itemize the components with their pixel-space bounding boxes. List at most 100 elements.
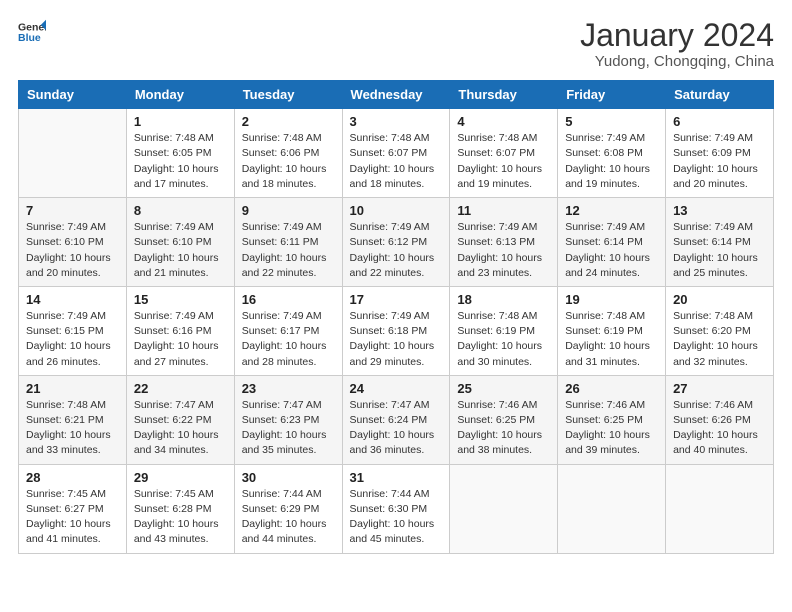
day-number: 27 (673, 381, 766, 396)
day-info: Sunrise: 7:49 AMSunset: 6:13 PMDaylight:… (457, 220, 550, 281)
table-cell: 17 Sunrise: 7:49 AMSunset: 6:18 PMDayligh… (342, 286, 450, 375)
day-number: 30 (242, 470, 335, 485)
col-monday: Monday (126, 81, 234, 109)
col-tuesday: Tuesday (234, 81, 342, 109)
table-cell: 8 Sunrise: 7:49 AMSunset: 6:10 PMDaylight… (126, 198, 234, 287)
table-cell: 1Sunrise: 7:48 AMSunset: 6:05 PMDaylight… (126, 109, 234, 198)
day-info: Sunrise: 7:47 AMSunset: 6:24 PMDaylight:… (350, 398, 443, 459)
table-cell: 31Sunrise: 7:44 AMSunset: 6:30 PMDayligh… (342, 464, 450, 553)
day-number: 9 (242, 203, 335, 218)
day-number: 8 (134, 203, 227, 218)
day-number: 4 (457, 114, 550, 129)
day-number: 20 (673, 292, 766, 307)
table-cell: 16 Sunrise: 7:49 AMSunset: 6:17 PMDayligh… (234, 286, 342, 375)
day-number: 5 (565, 114, 658, 129)
day-info: Sunrise: 7:45 AMSunset: 6:27 PMDaylight:… (26, 487, 119, 548)
table-cell: 27 Sunrise: 7:46 AMSunset: 6:26 PMDayligh… (666, 375, 774, 464)
table-cell: 19Sunrise: 7:48 AMSunset: 6:19 PMDayligh… (558, 286, 666, 375)
day-number: 25 (457, 381, 550, 396)
day-info: Sunrise: 7:49 AMSunset: 6:18 PMDaylight:… (350, 309, 443, 370)
day-number: 14 (26, 292, 119, 307)
table-cell: 25 Sunrise: 7:46 AMSunset: 6:25 PMDayligh… (450, 375, 558, 464)
day-info: Sunrise: 7:48 AMSunset: 6:07 PMDaylight:… (350, 131, 443, 192)
title-block: January 2024 Yudong, Chongqing, China (580, 18, 774, 70)
week-row-2: 14Sunrise: 7:49 AMSunset: 6:15 PMDayligh… (19, 286, 774, 375)
header-row: Sunday Monday Tuesday Wednesday Thursday… (19, 81, 774, 109)
day-number: 29 (134, 470, 227, 485)
day-number: 16 (242, 292, 335, 307)
day-info: Sunrise: 7:46 AMSunset: 6:25 PMDaylight:… (457, 398, 550, 459)
table-cell: 21Sunrise: 7:48 AMSunset: 6:21 PMDayligh… (19, 375, 127, 464)
week-row-1: 7 Sunrise: 7:49 AMSunset: 6:10 PMDaylight… (19, 198, 774, 287)
day-info: Sunrise: 7:46 AMSunset: 6:25 PMDaylight:… (565, 398, 658, 459)
col-saturday: Saturday (666, 81, 774, 109)
table-cell: 30 Sunrise: 7:44 AMSunset: 6:29 PMDayligh… (234, 464, 342, 553)
day-number: 10 (350, 203, 443, 218)
day-number: 2 (242, 114, 335, 129)
table-cell (19, 109, 127, 198)
day-number: 28 (26, 470, 119, 485)
day-number: 17 (350, 292, 443, 307)
table-cell: 13Sunrise: 7:49 AMSunset: 6:14 PMDayligh… (666, 198, 774, 287)
month-title: January 2024 (580, 18, 774, 53)
day-info: Sunrise: 7:46 AMSunset: 6:26 PMDaylight:… (673, 398, 766, 459)
day-info: Sunrise: 7:49 AMSunset: 6:09 PMDaylight:… (673, 131, 766, 192)
table-cell (450, 464, 558, 553)
col-friday: Friday (558, 81, 666, 109)
table-cell: 4 Sunrise: 7:48 AMSunset: 6:07 PMDaylight… (450, 109, 558, 198)
table-cell: 12Sunrise: 7:49 AMSunset: 6:14 PMDayligh… (558, 198, 666, 287)
day-number: 3 (350, 114, 443, 129)
table-cell: 24Sunrise: 7:47 AMSunset: 6:24 PMDayligh… (342, 375, 450, 464)
col-wednesday: Wednesday (342, 81, 450, 109)
table-cell: 7 Sunrise: 7:49 AMSunset: 6:10 PMDaylight… (19, 198, 127, 287)
day-info: Sunrise: 7:49 AMSunset: 6:10 PMDaylight:… (26, 220, 119, 281)
day-info: Sunrise: 7:44 AMSunset: 6:30 PMDaylight:… (350, 487, 443, 548)
day-info: Sunrise: 7:45 AMSunset: 6:28 PMDaylight:… (134, 487, 227, 548)
table-cell: 26 Sunrise: 7:46 AMSunset: 6:25 PMDayligh… (558, 375, 666, 464)
table-cell: 23Sunrise: 7:47 AMSunset: 6:23 PMDayligh… (234, 375, 342, 464)
week-row-3: 21Sunrise: 7:48 AMSunset: 6:21 PMDayligh… (19, 375, 774, 464)
day-info: Sunrise: 7:47 AMSunset: 6:23 PMDaylight:… (242, 398, 335, 459)
table-cell: 6 Sunrise: 7:49 AMSunset: 6:09 PMDaylight… (666, 109, 774, 198)
logo: General Blue (18, 18, 46, 46)
table-cell: 15 Sunrise: 7:49 AMSunset: 6:16 PMDayligh… (126, 286, 234, 375)
logo-icon: General Blue (18, 18, 46, 46)
table-cell: 28 Sunrise: 7:45 AMSunset: 6:27 PMDayligh… (19, 464, 127, 553)
table-cell: 10Sunrise: 7:49 AMSunset: 6:12 PMDayligh… (342, 198, 450, 287)
table-cell: 3 Sunrise: 7:48 AMSunset: 6:07 PMDaylight… (342, 109, 450, 198)
week-row-0: 1Sunrise: 7:48 AMSunset: 6:05 PMDaylight… (19, 109, 774, 198)
header: General Blue January 2024 Yudong, Chongq… (18, 18, 774, 70)
day-number: 19 (565, 292, 658, 307)
col-sunday: Sunday (19, 81, 127, 109)
svg-text:Blue: Blue (18, 32, 41, 44)
day-info: Sunrise: 7:44 AMSunset: 6:29 PMDaylight:… (242, 487, 335, 548)
day-info: Sunrise: 7:49 AMSunset: 6:16 PMDaylight:… (134, 309, 227, 370)
day-info: Sunrise: 7:48 AMSunset: 6:07 PMDaylight:… (457, 131, 550, 192)
day-info: Sunrise: 7:48 AMSunset: 6:06 PMDaylight:… (242, 131, 335, 192)
table-cell: 22 Sunrise: 7:47 AMSunset: 6:22 PMDayligh… (126, 375, 234, 464)
day-info: Sunrise: 7:48 AMSunset: 6:05 PMDaylight:… (134, 131, 227, 192)
calendar-table: Sunday Monday Tuesday Wednesday Thursday… (18, 80, 774, 553)
table-cell: 9 Sunrise: 7:49 AMSunset: 6:11 PMDaylight… (234, 198, 342, 287)
table-cell: 5Sunrise: 7:49 AMSunset: 6:08 PMDaylight… (558, 109, 666, 198)
table-cell: 20 Sunrise: 7:48 AMSunset: 6:20 PMDayligh… (666, 286, 774, 375)
day-info: Sunrise: 7:49 AMSunset: 6:10 PMDaylight:… (134, 220, 227, 281)
day-info: Sunrise: 7:49 AMSunset: 6:17 PMDaylight:… (242, 309, 335, 370)
day-info: Sunrise: 7:49 AMSunset: 6:14 PMDaylight:… (673, 220, 766, 281)
table-cell (666, 464, 774, 553)
day-number: 7 (26, 203, 119, 218)
day-number: 6 (673, 114, 766, 129)
page: General Blue January 2024 Yudong, Chongq… (0, 0, 792, 612)
day-info: Sunrise: 7:48 AMSunset: 6:20 PMDaylight:… (673, 309, 766, 370)
location-subtitle: Yudong, Chongqing, China (580, 53, 774, 70)
day-number: 21 (26, 381, 119, 396)
day-info: Sunrise: 7:49 AMSunset: 6:11 PMDaylight:… (242, 220, 335, 281)
day-number: 15 (134, 292, 227, 307)
day-number: 22 (134, 381, 227, 396)
day-number: 11 (457, 203, 550, 218)
day-number: 26 (565, 381, 658, 396)
week-row-4: 28 Sunrise: 7:45 AMSunset: 6:27 PMDayligh… (19, 464, 774, 553)
table-cell: 29 Sunrise: 7:45 AMSunset: 6:28 PMDayligh… (126, 464, 234, 553)
day-info: Sunrise: 7:47 AMSunset: 6:22 PMDaylight:… (134, 398, 227, 459)
table-cell: 14Sunrise: 7:49 AMSunset: 6:15 PMDayligh… (19, 286, 127, 375)
